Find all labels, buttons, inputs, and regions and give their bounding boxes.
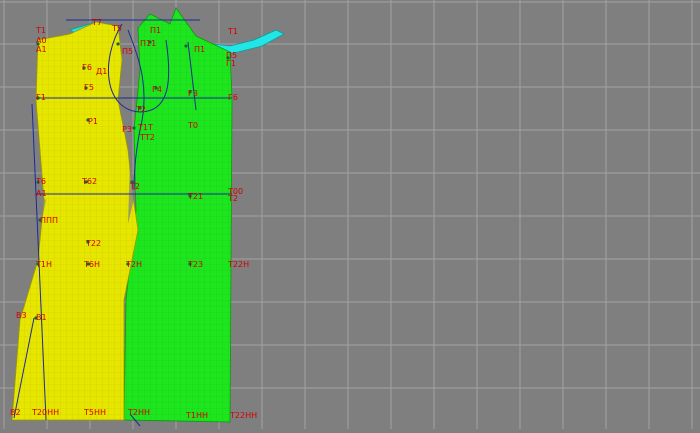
label: Р3	[122, 125, 132, 134]
label: А1	[36, 45, 47, 54]
label: Т2НН	[127, 408, 150, 417]
label: Т6Н	[83, 260, 100, 269]
label: Т2	[129, 182, 140, 191]
label: Т5НН	[83, 408, 106, 417]
label: А0	[36, 36, 47, 45]
label: А1	[36, 189, 47, 198]
label: Г1	[226, 59, 236, 68]
label: Д1	[96, 67, 107, 76]
front-panel-mesh	[12, 22, 138, 420]
label: Т6	[35, 177, 46, 186]
label: Г6	[228, 93, 238, 102]
label: Т62	[81, 177, 97, 186]
drawing-surface[interactable]: Т1 А0 А1 Т7 Т5 Т1 П1 П11 П1 П5 П5 Г1 Д1 …	[0, 0, 700, 429]
label: Т1	[227, 27, 238, 36]
label: Т7	[91, 18, 102, 27]
label: ТТ2	[139, 133, 155, 142]
label: Г6	[82, 63, 92, 72]
label: Т1НН	[185, 411, 208, 420]
pattern-canvas[interactable]: Т1 А0 А1 Т7 Т5 Т1 П1 П11 П1 П5 П5 Г1 Д1 …	[0, 0, 700, 429]
back-panel-mesh	[124, 8, 232, 422]
label: Т20НН	[31, 408, 59, 417]
label: В3	[16, 311, 27, 320]
label: Т22	[85, 239, 101, 248]
label: Т22Н	[227, 260, 249, 269]
label: Т23	[187, 260, 203, 269]
label: Г3	[188, 89, 198, 98]
label: В1	[36, 313, 47, 322]
label: Т2Н	[125, 260, 142, 269]
label: Т1	[35, 26, 46, 35]
label: Т5	[111, 24, 122, 33]
label: ППП	[40, 216, 58, 225]
label: Т1Н	[35, 260, 52, 269]
label: П5	[122, 47, 133, 56]
label: Т22НН	[229, 411, 257, 420]
label: Р1	[88, 117, 98, 126]
label: Т0	[187, 121, 198, 130]
label: Т2	[135, 105, 146, 114]
label: В2	[10, 408, 21, 417]
label: Г1	[36, 93, 46, 102]
label: П11	[140, 39, 156, 48]
label: Г4	[152, 85, 162, 94]
label: Т21	[187, 192, 203, 201]
label: П1	[194, 45, 205, 54]
label: П1	[150, 26, 161, 35]
label: Т1Т	[137, 123, 153, 132]
label: Т2	[227, 194, 238, 203]
label: Г5	[84, 83, 94, 92]
